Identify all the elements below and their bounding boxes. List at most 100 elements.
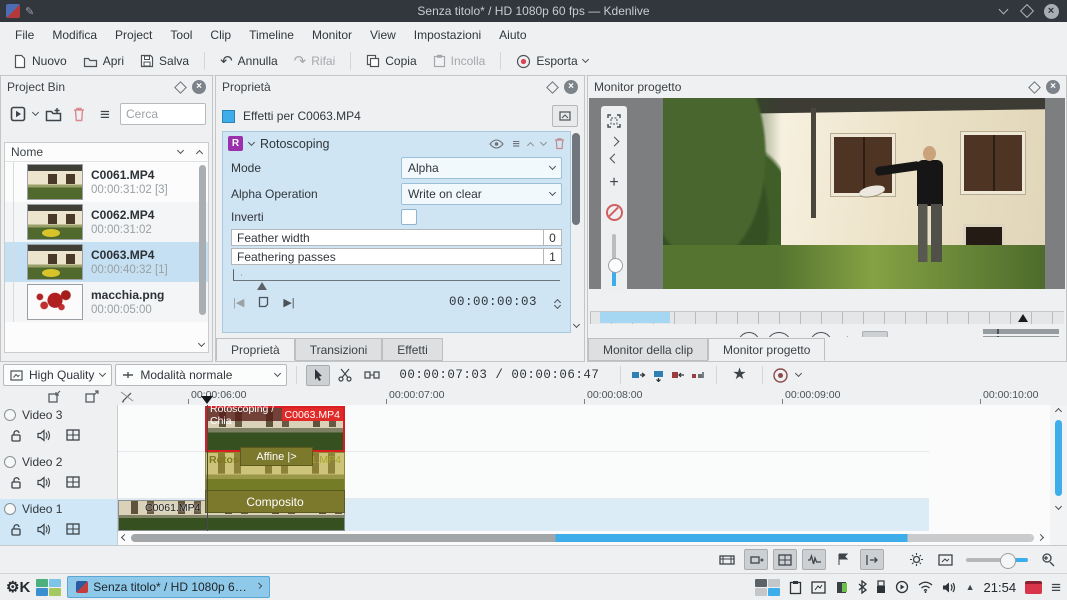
- spacer-tool-button[interactable]: [360, 365, 384, 386]
- record-options-icon[interactable]: [795, 370, 802, 377]
- feathering-passes-control[interactable]: Feathering passes 1: [231, 248, 562, 265]
- lock-track-icon[interactable]: [10, 476, 23, 489]
- transition-composite[interactable]: Composito: [205, 490, 345, 513]
- vscroll-thumb[interactable]: [1055, 420, 1062, 496]
- bin-search-input[interactable]: [120, 103, 206, 125]
- delete-effect-icon[interactable]: [554, 137, 565, 150]
- preview-quality-select[interactable]: High Quality: [3, 364, 112, 386]
- menu-clip[interactable]: Clip: [201, 24, 240, 46]
- float-panel-icon[interactable]: [174, 81, 187, 94]
- bin-item-c0062[interactable]: C0062.MP4 00:00:31:02: [5, 202, 208, 242]
- track-target-icon[interactable]: [4, 409, 16, 421]
- fx-scroll-down-icon[interactable]: [573, 321, 580, 328]
- close-panel-icon[interactable]: ×: [192, 80, 206, 94]
- volume-knob[interactable]: [608, 258, 623, 273]
- zoom-slider-knob[interactable]: [1000, 553, 1016, 569]
- timeline-ruler[interactable]: 00:00:06:00 00:00:07:00 00:00:08:00 00:0…: [0, 388, 1067, 406]
- extract-zone-from-timeline-icon[interactable]: [85, 390, 99, 403]
- clipboard-icon[interactable]: [789, 580, 802, 595]
- show-audio-thumbnails-button[interactable]: [802, 549, 826, 570]
- tab-project-monitor[interactable]: Monitor progetto: [708, 338, 825, 361]
- scroll-right-icon[interactable]: [1037, 534, 1044, 541]
- feather-width-value[interactable]: 0: [544, 229, 562, 246]
- move-effect-down-icon[interactable]: [540, 138, 547, 145]
- redo-button[interactable]: ↷ Rifai: [287, 51, 343, 72]
- show-keyframes-button[interactable]: [552, 105, 578, 127]
- scroll-down-icon[interactable]: [1055, 503, 1062, 510]
- menu-tool[interactable]: Tool: [161, 24, 201, 46]
- menu-project[interactable]: Project: [106, 24, 161, 46]
- open-button[interactable]: Apri: [76, 51, 131, 71]
- render-dropdown-icon[interactable]: [582, 56, 589, 63]
- tab-transizioni[interactable]: Transizioni: [295, 338, 383, 361]
- volume-icon[interactable]: [942, 581, 957, 594]
- menu-view[interactable]: View: [361, 24, 405, 46]
- save-button[interactable]: Salva: [133, 51, 196, 71]
- previous-keyframe-button[interactable]: |◀: [233, 296, 244, 309]
- bin-column-header[interactable]: Nome: [5, 143, 208, 162]
- transition-affine[interactable]: Affine |>: [240, 447, 313, 466]
- invert-checkbox[interactable]: [401, 209, 417, 225]
- zoom-fit-icon[interactable]: [933, 549, 957, 570]
- zoom-in-icon[interactable]: [1037, 549, 1061, 570]
- snap-button[interactable]: [860, 549, 884, 570]
- new-button[interactable]: Nuovo: [6, 51, 74, 72]
- menu-monitor[interactable]: Monitor: [303, 24, 361, 46]
- taskbar-app-button[interactable]: Senza titolo* / HD 1080p 60 fps —: [67, 576, 270, 598]
- keyframe-position-marker[interactable]: [257, 282, 267, 290]
- tab-clip-monitor[interactable]: Monitor della clip: [588, 338, 708, 361]
- screenshot-icon[interactable]: [811, 581, 826, 594]
- track-header-video2[interactable]: Video 2: [0, 452, 117, 499]
- no-overlay-icon[interactable]: [606, 204, 623, 221]
- float-panel-icon[interactable]: [546, 81, 559, 94]
- close-panel-icon[interactable]: ×: [564, 80, 578, 94]
- close-panel-icon[interactable]: ×: [1046, 80, 1060, 94]
- alpha-operation-select[interactable]: Write on clear: [401, 183, 562, 205]
- timeline-hscrollbar[interactable]: [118, 531, 1047, 544]
- edit-guide-icon[interactable]: [120, 390, 134, 403]
- monitor-zone[interactable]: [600, 312, 670, 323]
- track-header-video3[interactable]: Video 3: [0, 405, 117, 452]
- timeline-vscrollbar[interactable]: [1050, 405, 1067, 545]
- hide-track-icon[interactable]: [66, 476, 80, 488]
- collapse-effect-icon[interactable]: [248, 138, 255, 145]
- insert-zone-in-timeline-icon[interactable]: [48, 390, 62, 403]
- tab-effetti[interactable]: Effetti: [382, 338, 442, 361]
- next-keyframe-button[interactable]: ▶|: [283, 296, 294, 309]
- previous-marker-icon[interactable]: [609, 154, 619, 164]
- keyframe-ruler[interactable]: [233, 267, 560, 293]
- menu-timeline[interactable]: Timeline: [240, 24, 303, 46]
- add-clip-dropdown-icon[interactable]: [32, 109, 39, 116]
- insert-zone-icon[interactable]: [630, 367, 647, 383]
- wifi-icon[interactable]: [918, 581, 933, 593]
- scroll-up-icon[interactable]: [196, 150, 203, 157]
- monitor-playhead-icon[interactable]: [1018, 314, 1028, 322]
- monitor-volume-slider[interactable]: [612, 234, 616, 286]
- feather-width-control[interactable]: Feather width 0: [231, 229, 562, 246]
- lift-zone-icon[interactable]: [690, 367, 707, 383]
- hide-track-icon[interactable]: [66, 523, 80, 535]
- extract-zone-icon[interactable]: [670, 367, 687, 383]
- favorite-effects-icon[interactable]: ★: [732, 367, 746, 383]
- keyframe-timecode[interactable]: 00:00:00:03: [449, 295, 537, 309]
- mixed-audio-video-icon[interactable]: [715, 549, 739, 570]
- feather-width-bar[interactable]: Feather width: [231, 229, 544, 246]
- show-markers-button[interactable]: [831, 549, 855, 570]
- bluetooth-icon[interactable]: [858, 580, 867, 594]
- float-panel-icon[interactable]: [1028, 81, 1041, 94]
- bin-item-c0063[interactable]: C0063.MP4 00:00:40:32 [1]: [5, 242, 208, 282]
- delete-clip-button[interactable]: [68, 103, 90, 125]
- track-target-icon[interactable]: [4, 456, 16, 468]
- menu-file[interactable]: File: [6, 24, 43, 46]
- scroll-up-icon[interactable]: [1055, 408, 1062, 415]
- mute-track-icon[interactable]: [37, 476, 52, 489]
- mute-track-icon[interactable]: [37, 429, 52, 442]
- bin-item-c0061[interactable]: C0061.MP4 00:00:31:02 [3]: [5, 162, 208, 202]
- fx-scrollbar[interactable]: [572, 133, 580, 225]
- zoom-project-icon[interactable]: [904, 549, 928, 570]
- media-player-icon[interactable]: [895, 580, 909, 594]
- sort-dropdown-icon[interactable]: [177, 147, 184, 154]
- next-marker-icon[interactable]: [609, 137, 619, 147]
- record-button[interactable]: [772, 367, 789, 384]
- bin-scrollbar[interactable]: [199, 165, 206, 315]
